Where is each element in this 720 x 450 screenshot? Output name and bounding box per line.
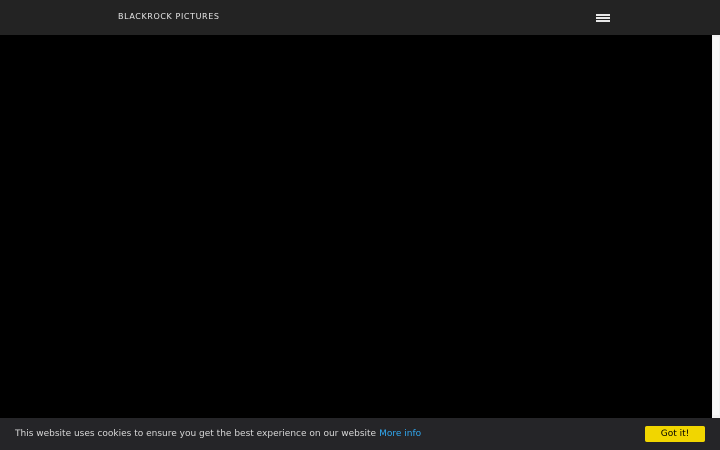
hamburger-menu-icon	[596, 14, 610, 16]
page-scrollbar[interactable]	[712, 35, 720, 418]
cookie-message: This website uses cookies to ensure you …	[15, 429, 377, 439]
scrollbar-thumb[interactable]	[713, 37, 719, 415]
more-info-link[interactable]: More info	[379, 429, 421, 439]
hamburger-menu-icon	[596, 17, 610, 19]
page: BLACKROCK PICTURES This website uses coo…	[0, 0, 720, 450]
top-navbar: BLACKROCK PICTURES	[0, 0, 720, 35]
hamburger-menu-icon	[596, 20, 610, 22]
got-it-button[interactable]: Got it!	[645, 426, 705, 442]
hero-area	[0, 35, 712, 418]
menu-toggle-button[interactable]	[592, 9, 614, 27]
cookie-consent-bar: This website uses cookies to ensure you …	[0, 418, 720, 450]
cookie-message-container: This website uses cookies to ensure you …	[15, 427, 421, 441]
brand-logo-link[interactable]: BLACKROCK PICTURES	[118, 11, 220, 23]
